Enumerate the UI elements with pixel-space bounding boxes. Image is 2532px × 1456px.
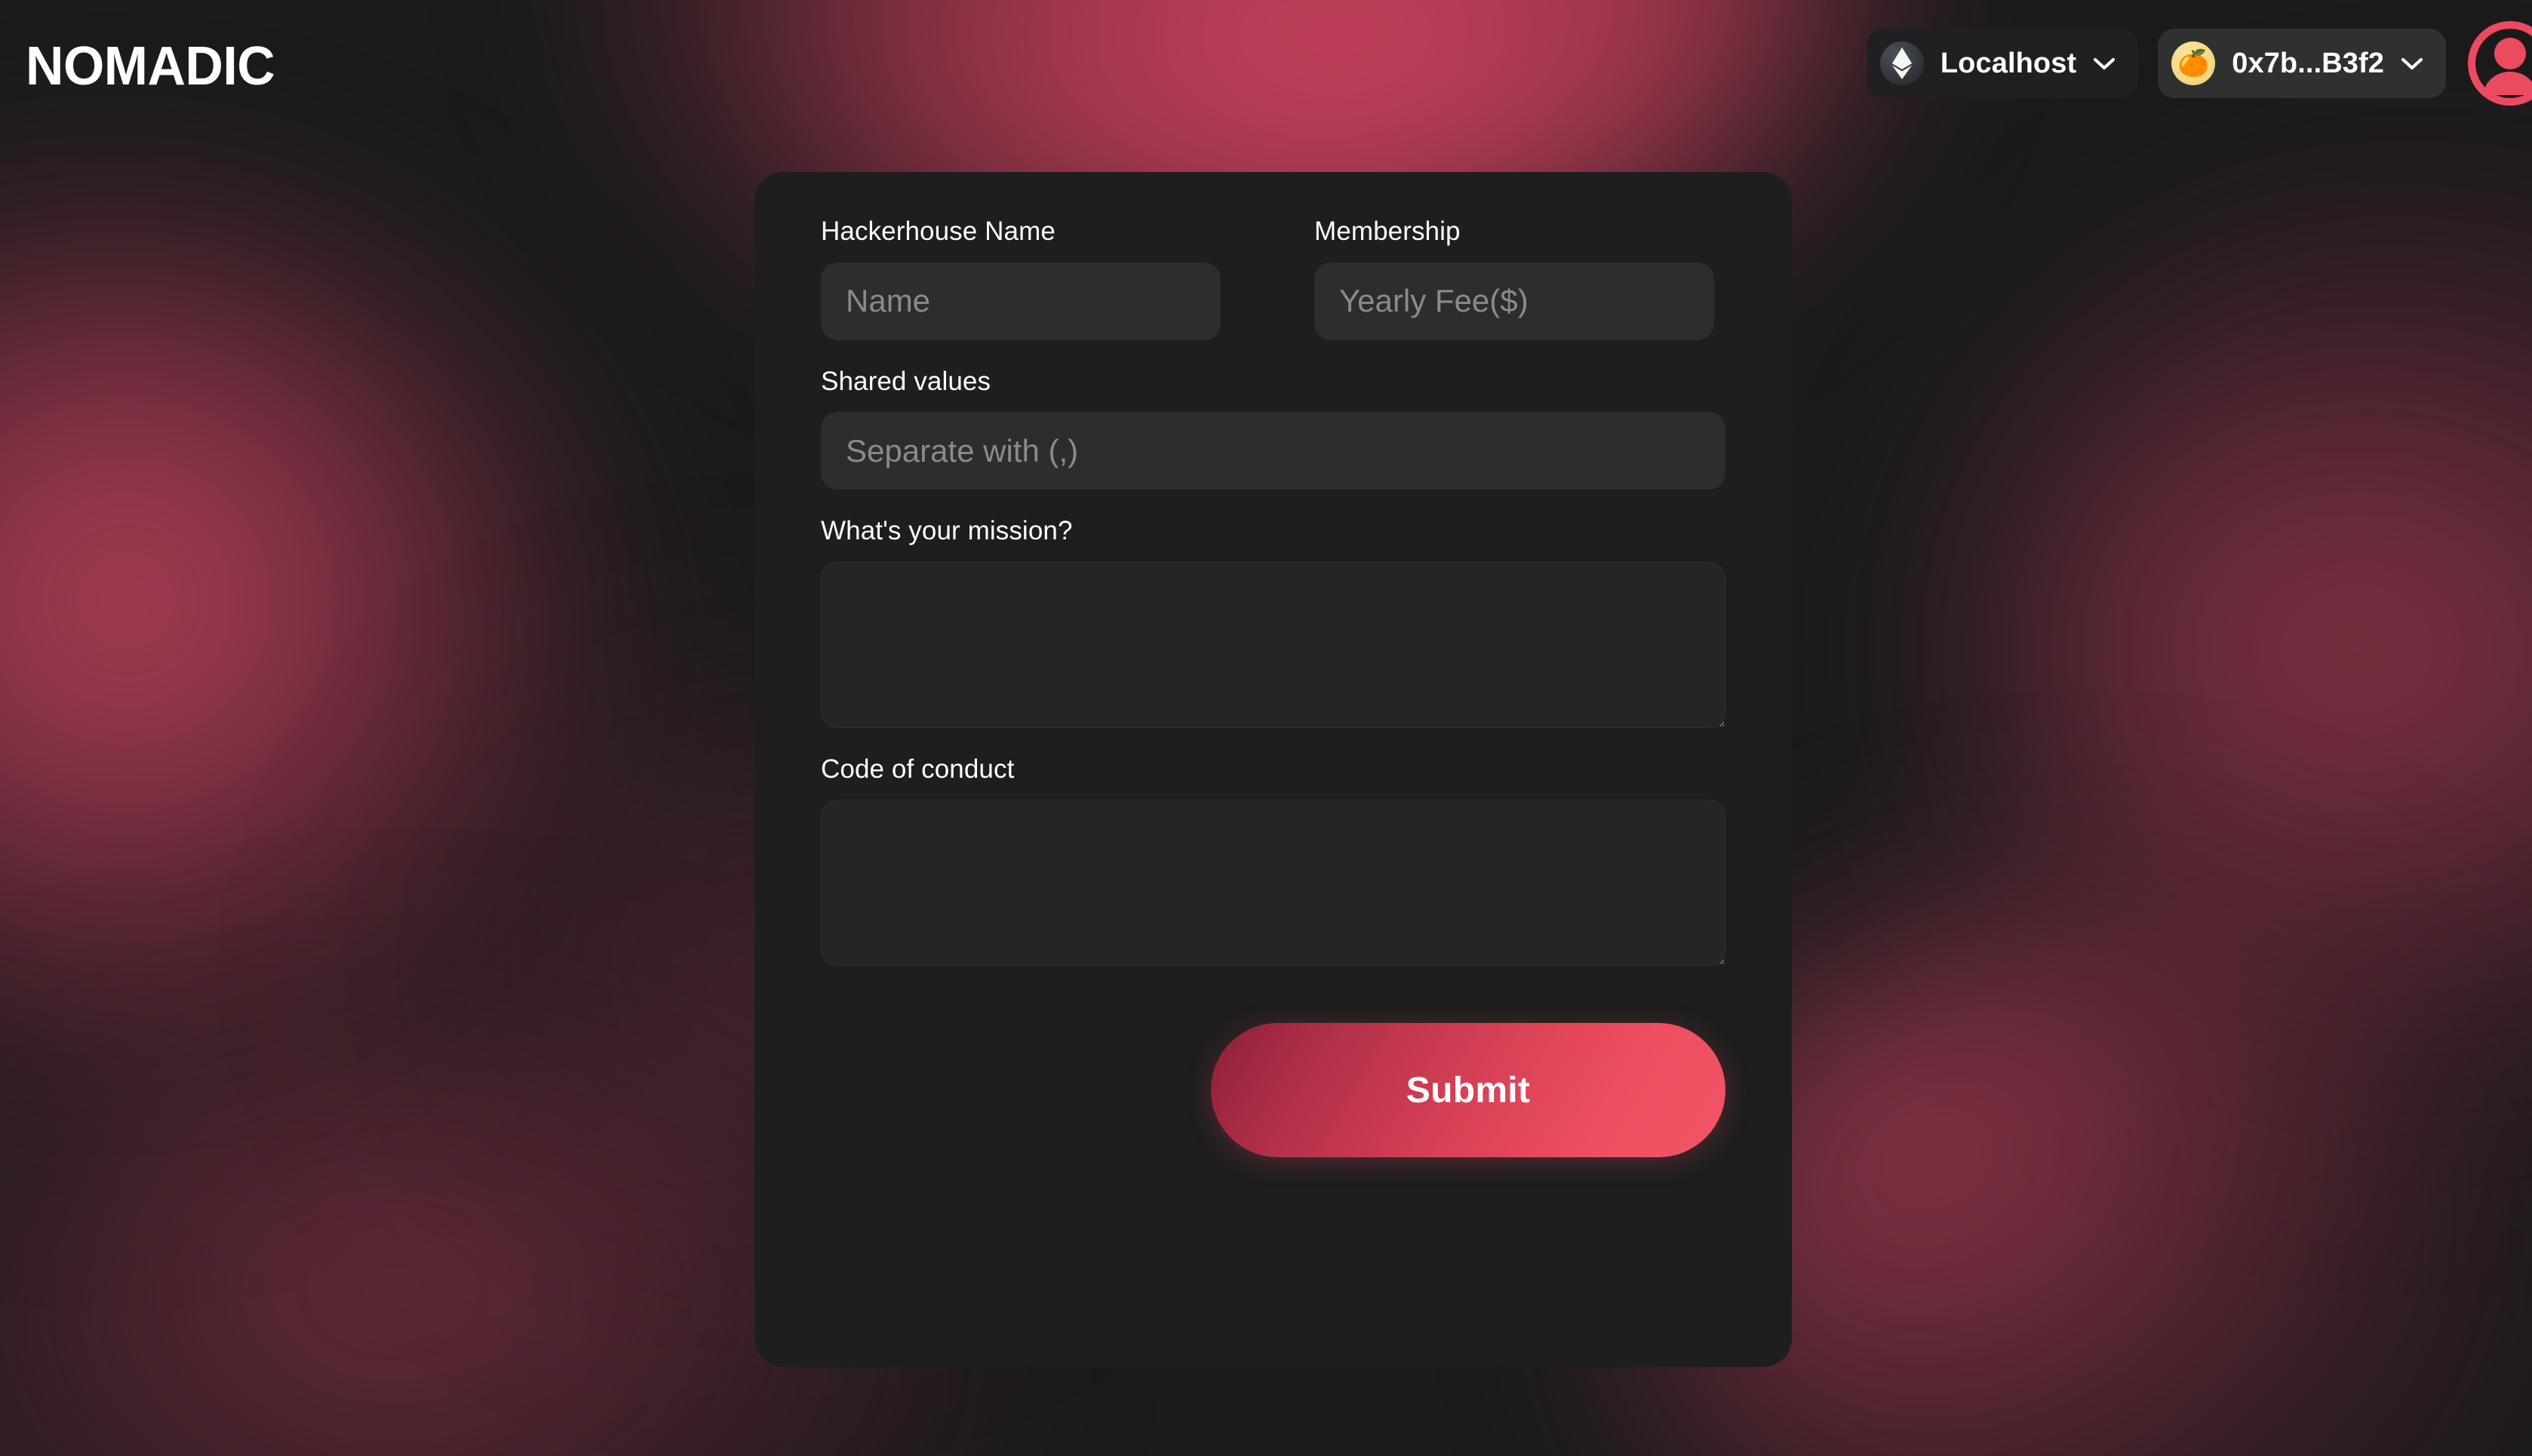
submit-row: Submit (821, 1023, 1725, 1157)
app-header: NOMADIC Localhost 🍊 0x7b...B3f2 (0, 0, 2532, 127)
wallet-address-label: 0x7b...B3f2 (2232, 47, 2384, 79)
code-of-conduct-label: Code of conduct (821, 754, 1015, 784)
field-hackerhouse-name: Hackerhouse Name (821, 217, 1221, 340)
app-root: NOMADIC Localhost 🍊 0x7b...B3f2 Hackerho… (0, 0, 2532, 1456)
form-row-name-membership: Hackerhouse Name Membership (821, 217, 1725, 340)
field-membership: Membership (1314, 217, 1714, 340)
shared-values-label: Shared values (821, 366, 991, 396)
membership-label: Membership (1314, 217, 1461, 246)
code-of-conduct-textarea[interactable] (821, 800, 1725, 966)
create-hackerhouse-card: Hackerhouse Name Membership Shared value… (754, 172, 1792, 1367)
membership-fee-input[interactable] (1314, 262, 1714, 340)
chevron-down-icon (2093, 57, 2116, 70)
glow-right (1977, 196, 2532, 1101)
ethereum-icon (1879, 41, 1924, 85)
header-actions: Localhost 🍊 0x7b...B3f2 (1866, 0, 2532, 127)
field-shared-values: Shared values (821, 367, 1725, 490)
chevron-down-icon (2401, 57, 2423, 70)
field-mission: What's your mission? (821, 516, 1725, 728)
wallet-avatar-icon: 🍊 (2171, 41, 2216, 85)
hackerhouse-name-label: Hackerhouse Name (821, 217, 1056, 246)
network-selector-label: Localhost (1940, 47, 2077, 79)
mission-textarea[interactable] (821, 561, 1725, 728)
wallet-avatar-emoji: 🍊 (2177, 49, 2210, 78)
mission-label: What's your mission? (821, 516, 1073, 545)
user-avatar-icon[interactable] (2466, 19, 2532, 108)
glow-left (0, 226, 604, 1117)
brand-logo[interactable]: NOMADIC (26, 39, 275, 94)
hackerhouse-name-input[interactable] (821, 262, 1221, 340)
submit-button[interactable]: Submit (1211, 1023, 1725, 1157)
wallet-address-chip[interactable]: 🍊 0x7b...B3f2 (2158, 29, 2446, 98)
network-selector-chip[interactable]: Localhost (1866, 29, 2139, 98)
card-content: Hackerhouse Name Membership Shared value… (754, 172, 1792, 1157)
field-code-of-conduct: Code of conduct (821, 754, 1725, 966)
shared-values-input[interactable] (821, 412, 1725, 490)
